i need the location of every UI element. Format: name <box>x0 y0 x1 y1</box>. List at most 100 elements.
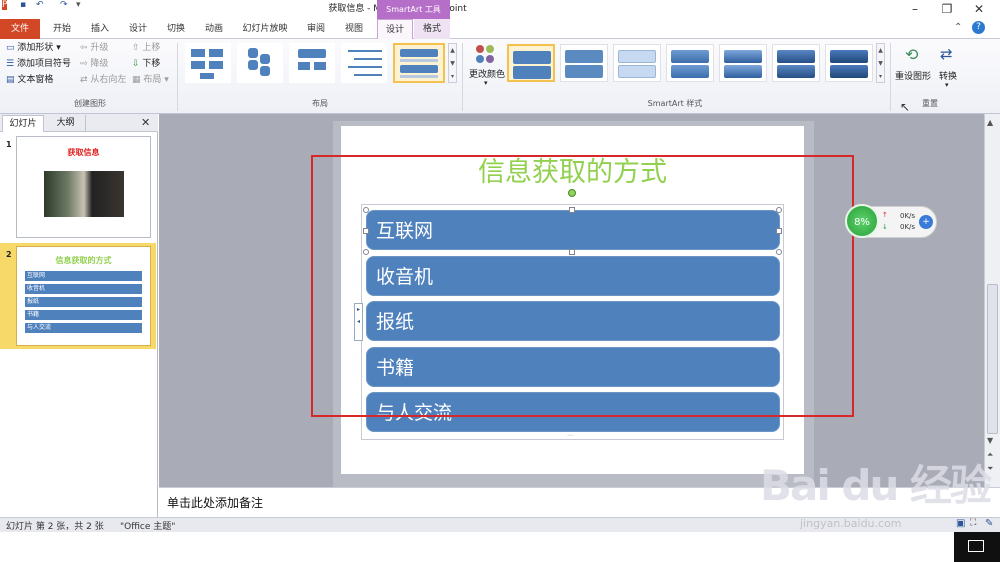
layout-dropdown-label: 布局 <box>143 75 162 85</box>
layout-dropdown-button[interactable]: ▦ 布局 ▾ <box>132 72 169 88</box>
baidu-watermark-logo: Bai du 经验 <box>760 461 992 510</box>
add-shape-button[interactable]: ▭ 添加形状 ▾ <box>6 40 61 56</box>
ribbon-separator <box>462 43 463 111</box>
move-down-button[interactable]: ⇩ 下移 <box>132 56 160 72</box>
slide-thumbnail-title: 获取信息 <box>67 148 100 157</box>
move-up-button[interactable]: ⇧ 上移 <box>132 40 160 56</box>
text-pane-icon: ▤ <box>6 75 15 85</box>
tab-insert[interactable]: 插入 <box>82 19 118 39</box>
layout-gallery-scroll[interactable]: ▲ ▼ ▾ <box>448 43 457 83</box>
tab-slides[interactable]: 幻灯片 <box>2 115 44 132</box>
add-shape-icon: ▭ <box>6 43 15 53</box>
promote-label: 升级 <box>90 43 109 53</box>
add-bullet-label: 添加项目符号 <box>16 59 71 69</box>
add-bullet-icon: ☰ <box>6 59 15 69</box>
download-speed: 0K/s <box>900 223 916 231</box>
layout-option-list-lines[interactable] <box>341 43 387 83</box>
thumb-item: 报纸 <box>25 297 142 307</box>
reset-graphic-label: 重设图形 <box>894 72 931 82</box>
fit-to-window-icon[interactable]: ⛶ <box>970 518 976 528</box>
window-title: 获取信息 - Microsoft PowerPoint <box>328 4 466 14</box>
tab-smartart-design[interactable]: 设计 <box>377 19 413 39</box>
normal-view-icon[interactable]: ▣ <box>956 518 965 529</box>
slide-number: 2 <box>6 250 12 259</box>
smartart-style-option[interactable] <box>825 44 873 82</box>
convert-icon: ⇄ <box>940 45 953 63</box>
smartart-styles-group-label: SmartArt 样式 <box>647 99 703 108</box>
chevron-down-icon: ▾ <box>945 81 949 89</box>
layout-option-blocks[interactable] <box>289 43 335 83</box>
tab-file[interactable]: 文件 <box>0 19 40 39</box>
tab-outline[interactable]: 大纲 <box>46 115 86 132</box>
right-to-left-button[interactable]: ⇄ 从右向左 <box>80 72 126 88</box>
create-graphic-group-label: 创建图形 <box>74 99 106 108</box>
tab-smartart-format[interactable]: 格式 <box>414 19 450 39</box>
move-down-label: 下移 <box>142 59 161 69</box>
demote-label: 降级 <box>90 59 109 69</box>
theme-name[interactable]: "Office 主题" <box>120 519 175 532</box>
scrollbar-thumb[interactable] <box>987 284 998 434</box>
action-center-icon[interactable] <box>968 540 984 552</box>
demote-button[interactable]: ⇨ 降级 <box>80 56 108 72</box>
convert-button[interactable]: ⇄ 转换 ▾ <box>935 43 961 95</box>
smartart-style-option[interactable] <box>719 44 767 82</box>
tab-view[interactable]: 视图 <box>336 19 372 39</box>
thumb-item: 书籍 <box>25 310 142 320</box>
smartart-style-option[interactable] <box>613 44 661 82</box>
reset-graphic-icon: ⟲ <box>905 45 919 64</box>
tab-animations[interactable]: 动画 <box>196 19 232 39</box>
ribbon-separator <box>177 43 178 111</box>
move-up-label: 上移 <box>142 43 161 53</box>
slide-thumbnail-title: 信息获取的方式 <box>55 256 112 265</box>
tab-home[interactable]: 开始 <box>44 19 80 39</box>
minimize-icon[interactable]: – <box>900 0 930 19</box>
collapse-ribbon-icon[interactable]: ⌃ <box>954 22 962 33</box>
taskbar-corner <box>954 532 1000 562</box>
text-pane-button[interactable]: ▤ 文本窗格 <box>6 72 53 88</box>
baidu-watermark-url: jingyan.baidu.com <box>800 517 902 530</box>
reset-group-label: 重置 <box>922 99 938 108</box>
tab-review[interactable]: 审阅 <box>298 19 334 39</box>
close-icon[interactable]: ✕ <box>964 0 994 19</box>
smartart-style-option[interactable] <box>666 44 714 82</box>
restore-icon[interactable]: ❐ <box>932 0 962 19</box>
download-arrow-icon: ↓ <box>882 223 888 231</box>
right-to-left-label: 从右向左 <box>90 75 127 85</box>
thumb-item: 收音机 <box>25 284 142 294</box>
change-colors-button[interactable]: 更改颜色 ▾ <box>469 43 505 91</box>
reset-graphic-button[interactable]: ⟲ 重设图形 <box>893 43 933 87</box>
slide-counter: 幻灯片 第 2 张，共 2 张 <box>6 522 104 532</box>
ribbon-separator <box>890 43 891 111</box>
layout-option-hierarchy[interactable] <box>185 43 231 83</box>
tab-transitions[interactable]: 切换 <box>158 19 194 39</box>
notes-placeholder[interactable]: 单击此处添加备注 <box>167 494 263 511</box>
layout-option-vertical-bullet-selected[interactable] <box>393 43 445 83</box>
memory-usage-circle[interactable]: 8% <box>845 204 879 238</box>
upload-speed: 0K/s <box>900 212 916 220</box>
smartart-tools-context-label: SmartArt 工具 <box>377 0 450 19</box>
close-pane-icon[interactable]: ✕ <box>141 116 150 129</box>
slide-thumbnail-2[interactable]: 信息获取的方式 互联网 收音机 报纸 书籍 与人交流 <box>16 246 151 346</box>
help-icon[interactable]: ? <box>972 21 985 34</box>
tab-design[interactable]: 设计 <box>120 19 156 39</box>
settings-wrench-icon[interactable]: ✎ <box>985 518 993 529</box>
style-gallery-scroll[interactable]: ▲ ▼ ▾ <box>876 43 885 83</box>
tab-slideshow[interactable]: 幻灯片放映 <box>234 19 296 39</box>
accelerate-icon[interactable]: + <box>919 215 933 229</box>
upload-arrow-icon: ↑ <box>882 211 888 219</box>
promote-button[interactable]: ⇦ 升级 <box>80 40 108 56</box>
highlight-rectangle <box>311 155 854 417</box>
add-bullet-button[interactable]: ☰ 添加项目符号 <box>6 56 71 72</box>
chevron-down-icon: ▾ <box>484 79 488 87</box>
smartart-style-option[interactable] <box>560 44 608 82</box>
bottom-area <box>0 532 1000 562</box>
slide-number: 1 <box>6 140 12 149</box>
vertical-scrollbar[interactable]: ▲ ▼ ⏶ ⏷ <box>984 114 1000 487</box>
slide-thumbnail-1[interactable]: 获取信息 <box>16 136 151 238</box>
smartart-style-option[interactable] <box>772 44 820 82</box>
slide-thumbnail-photo <box>44 171 124 217</box>
layout-option-hexagon[interactable] <box>237 43 283 83</box>
smartart-style-option-selected[interactable] <box>507 44 555 82</box>
frame-grip[interactable]: ⋯ <box>567 433 579 439</box>
layout-group-label: 布局 <box>312 99 328 108</box>
